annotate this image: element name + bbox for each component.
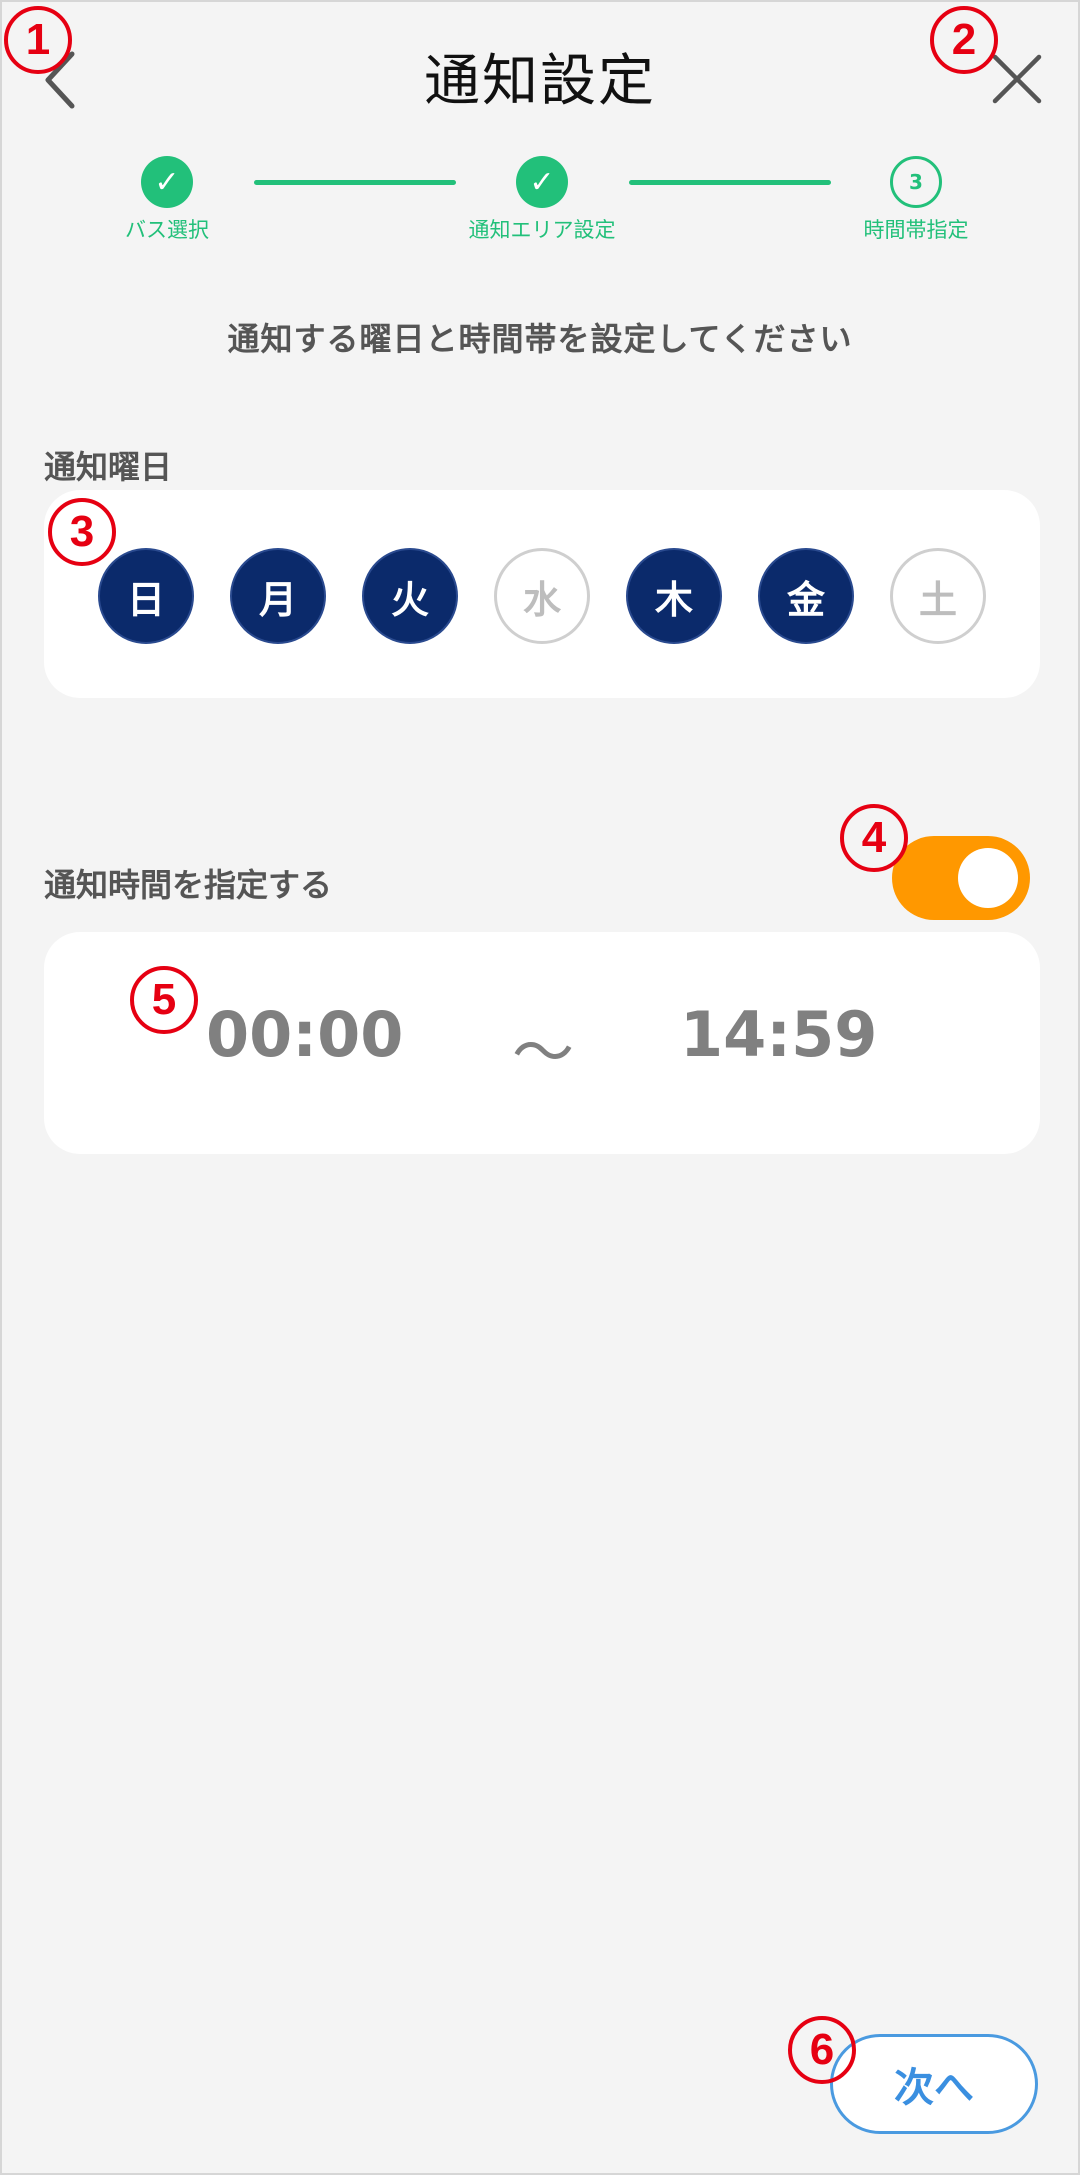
- step-connector-2: [629, 180, 831, 185]
- annotation-marker-6: 6: [788, 2016, 856, 2084]
- step-label-bus: バス選択: [125, 218, 209, 242]
- time-separator: ～: [512, 1016, 575, 1089]
- day-thursday[interactable]: 木: [626, 548, 722, 644]
- next-button[interactable]: 次へ: [830, 2034, 1038, 2134]
- instruction-text: 通知する曜日と時間帯を設定してください: [227, 320, 853, 358]
- step-1-indicator: ✓: [141, 156, 193, 208]
- weekday-section-label: 通知曜日: [44, 448, 173, 486]
- day-saturday[interactable]: 土: [890, 548, 986, 644]
- check-icon: ✓: [154, 164, 180, 200]
- annotation-marker-4: 4: [840, 804, 908, 872]
- step-label-time: 時間帯指定: [863, 218, 969, 242]
- close-icon: [992, 54, 1042, 104]
- start-time[interactable]: 00:00: [206, 998, 403, 1071]
- day-tuesday[interactable]: 火: [362, 548, 458, 644]
- time-toggle[interactable]: [892, 836, 1030, 920]
- day-monday[interactable]: 月: [230, 548, 326, 644]
- toggle-knob: [958, 848, 1018, 908]
- time-section-label: 通知時間を指定する: [44, 866, 333, 904]
- day-wednesday[interactable]: 水: [494, 548, 590, 644]
- step-number: 3: [909, 170, 923, 194]
- page-title: 通知設定: [424, 49, 656, 114]
- step-3-indicator: 3: [890, 156, 942, 208]
- annotation-marker-1: 1: [4, 6, 72, 74]
- end-time[interactable]: 14:59: [680, 998, 877, 1071]
- step-label-area: 通知エリア設定: [468, 218, 616, 242]
- annotation-marker-5: 5: [130, 966, 198, 1034]
- day-friday[interactable]: 金: [758, 548, 854, 644]
- step-connector-1: [254, 180, 456, 185]
- step-2-indicator: ✓: [516, 156, 568, 208]
- annotation-marker-2: 2: [930, 6, 998, 74]
- annotation-marker-3: 3: [48, 498, 116, 566]
- day-sunday[interactable]: 日: [98, 548, 194, 644]
- check-icon: ✓: [529, 164, 555, 200]
